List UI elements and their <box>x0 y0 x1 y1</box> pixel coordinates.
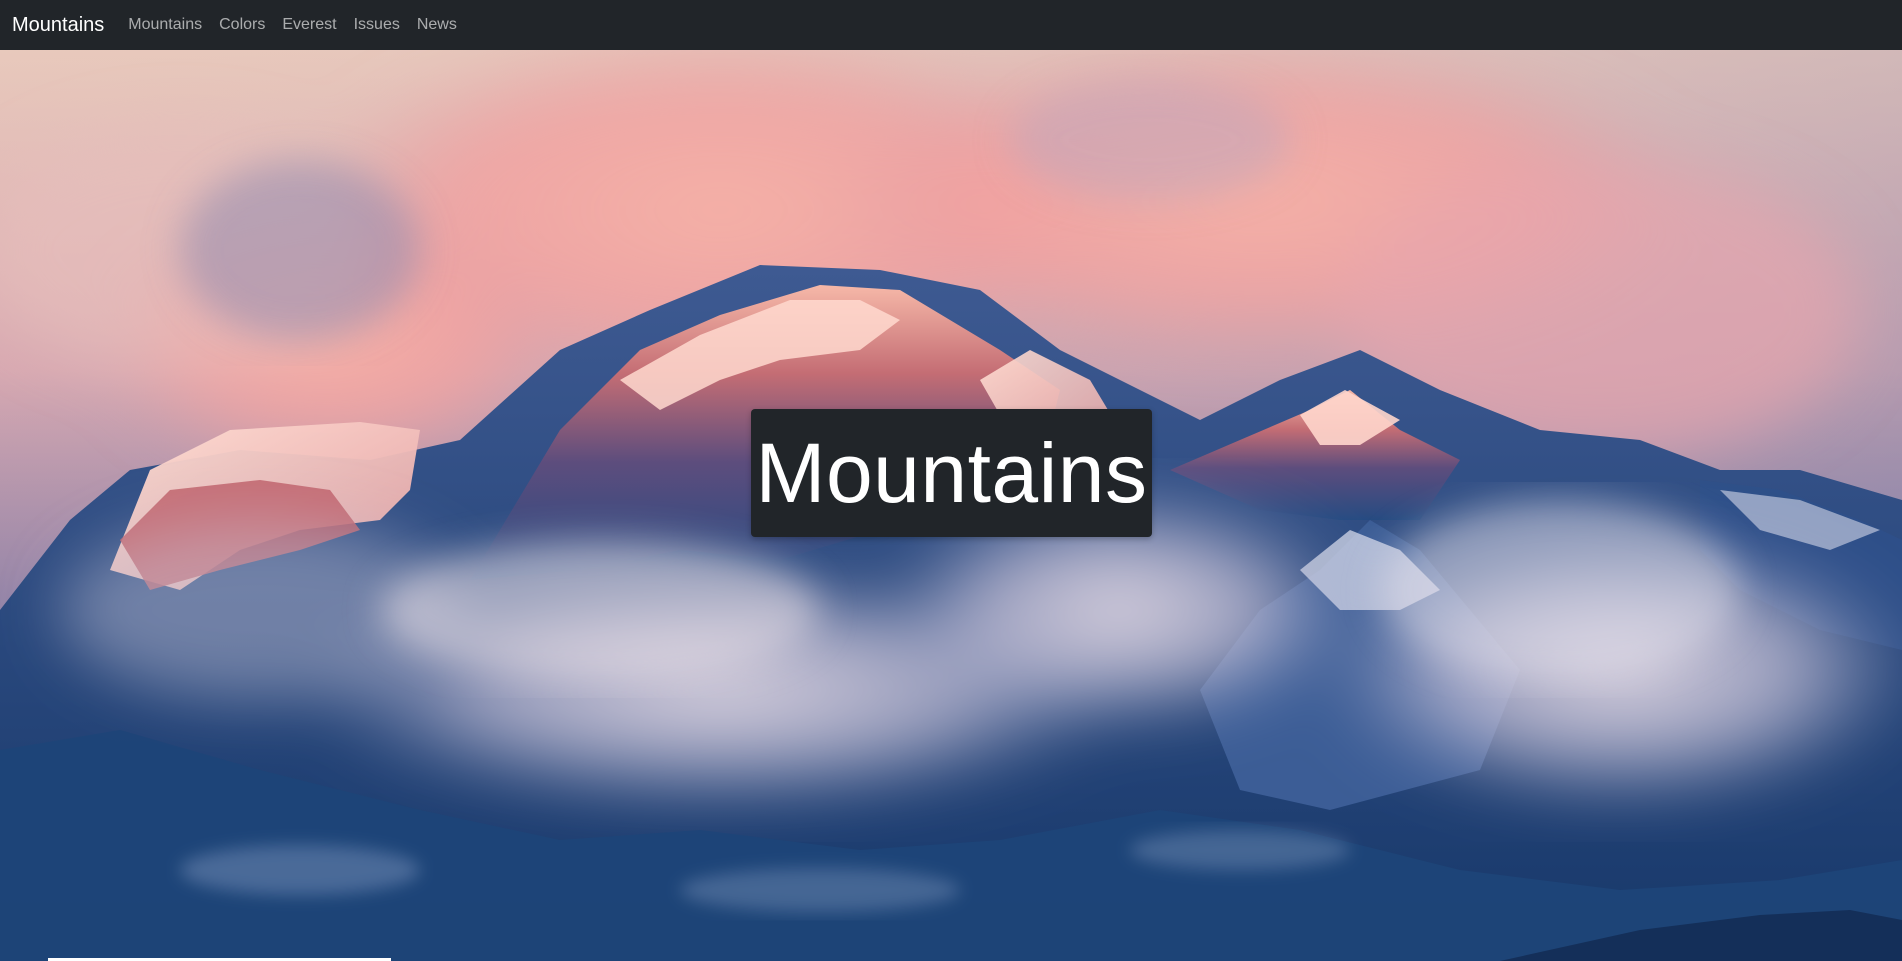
brand-link[interactable]: Mountains <box>12 14 104 37</box>
nav-link-mountains[interactable]: Mountains <box>128 16 202 34</box>
hero-title-box: Mountains <box>751 409 1152 537</box>
hero-section: Mountains <box>0 50 1902 961</box>
nav-link-everest[interactable]: Everest <box>282 16 336 34</box>
nav-link-news[interactable]: News <box>417 16 457 34</box>
hero-title: Mountains <box>755 426 1148 520</box>
nav-link-issues[interactable]: Issues <box>354 16 400 34</box>
top-navbar: Mountains Mountains Colors Everest Issue… <box>0 0 1902 50</box>
nav-link-colors[interactable]: Colors <box>219 16 265 34</box>
